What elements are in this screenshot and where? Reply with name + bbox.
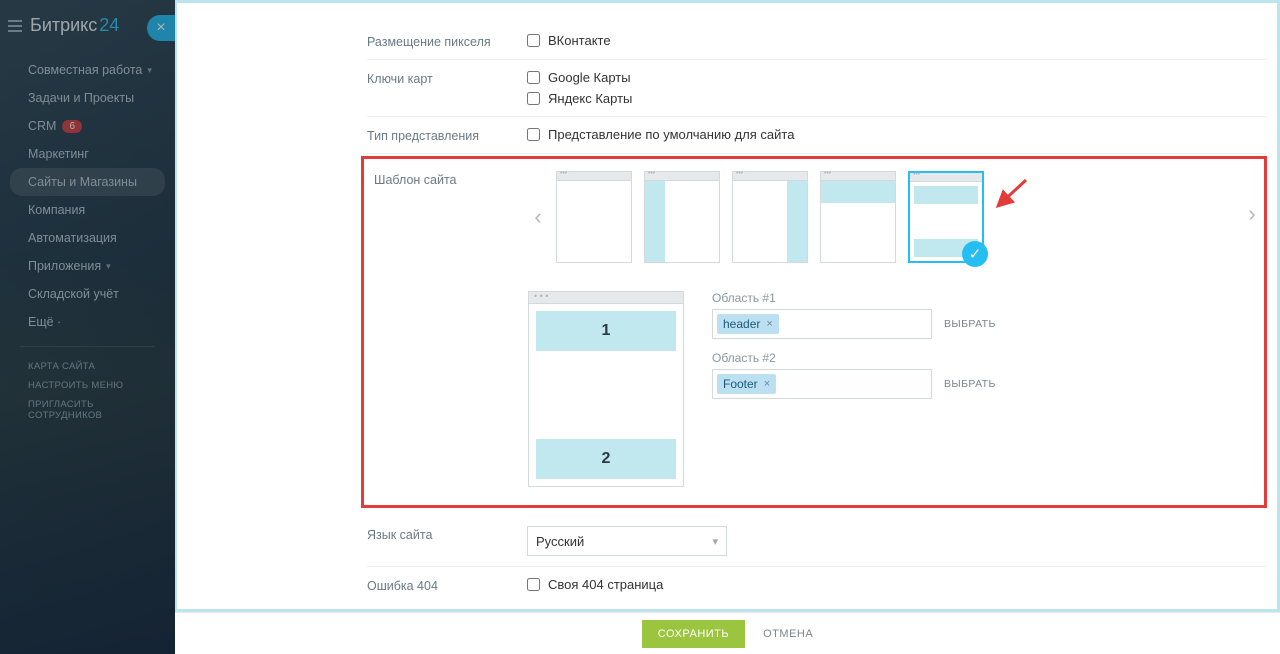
preview-area-2: 2 [536, 439, 676, 479]
checkbox-own-404-input[interactable] [527, 578, 540, 591]
chevron-down-icon: ▾ [147, 65, 152, 76]
preview-area-1: 1 [536, 311, 676, 351]
tag-footer: Footer× [717, 374, 776, 394]
checkbox-own-404[interactable]: Своя 404 страница [527, 577, 1267, 592]
language-select[interactable]: Русский ▾ [527, 526, 727, 556]
template-preview: 1 2 [528, 291, 684, 487]
row-maps: Ключи карт Google Карты Яндекс Карты [367, 60, 1267, 117]
area-1-label: Область #1 [712, 291, 1260, 305]
menu-more[interactable]: Ещё · [0, 308, 175, 336]
menu-apps[interactable]: Приложения▾ [0, 252, 175, 280]
label-maps: Ключи карт [367, 70, 527, 86]
area-2-input[interactable]: Footer× [712, 369, 932, 399]
annotation-arrow-icon [990, 176, 1030, 216]
area-1-block: Область #1 header× ВЫБРАТЬ [712, 291, 1260, 339]
checkbox-google[interactable]: Google Карты [527, 70, 1267, 85]
row-view: Тип представления Представление по умолч… [367, 117, 1267, 154]
close-sidebar-button[interactable]: × [147, 15, 175, 41]
chevron-down-icon: ▾ [712, 535, 718, 548]
label-language: Язык сайта [367, 526, 527, 542]
row-pixel: Размещение пикселя ВКонтакте [367, 23, 1267, 60]
label-pixel: Размещение пикселя [367, 33, 527, 49]
check-icon: ✓ [962, 241, 988, 267]
area-1-input[interactable]: header× [712, 309, 932, 339]
template-thumb-header[interactable] [820, 171, 896, 263]
row-404: Ошибка 404 Своя 404 страница [367, 567, 1267, 603]
checkbox-yandex-input[interactable] [527, 92, 540, 105]
area-2-label: Область #2 [712, 351, 1260, 365]
area-2-pick-button[interactable]: ВЫБРАТЬ [944, 378, 996, 390]
template-thumb-left-sidebar[interactable] [644, 171, 720, 263]
checkbox-yandex[interactable]: Яндекс Карты [527, 91, 1267, 106]
checkbox-default-view[interactable]: Представление по умолчанию для сайта [527, 127, 1267, 142]
menu-tasks[interactable]: Задачи и Проекты [0, 84, 175, 112]
menu-separator [20, 346, 155, 347]
checkbox-default-view-input[interactable] [527, 128, 540, 141]
menu-collab[interactable]: Совместная работа▾ [0, 56, 175, 84]
chevron-down-icon: ▾ [106, 261, 111, 272]
label-view: Тип представления [367, 127, 527, 143]
menu-configure[interactable]: НАСТРОИТЬ МЕНЮ [0, 376, 175, 395]
checkbox-google-input[interactable] [527, 71, 540, 84]
menu-marketing[interactable]: Маркетинг [0, 140, 175, 168]
template-thumb-blank[interactable] [556, 171, 632, 263]
menu-inventory[interactable]: Складской учёт [0, 280, 175, 308]
crm-badge: 6 [62, 120, 82, 133]
sidebar: Битрикс 24 × Совместная работа▾ Задачи и… [0, 0, 175, 654]
logo-text-1: Битрикс [30, 15, 97, 36]
menu-invite[interactable]: ПРИГЛАСИТЬ СОТРУДНИКОВ [0, 395, 175, 425]
logo-text-2: 24 [99, 15, 119, 36]
template-carousel: ‹ ✓ › [528, 171, 1260, 263]
template-highlight-box: Шаблон сайта ‹ ✓ › [361, 156, 1267, 508]
menu-sitemap[interactable]: КАРТА САЙТА [0, 357, 175, 376]
tag-remove-icon[interactable]: × [766, 318, 772, 330]
menu-crm[interactable]: CRM6 [0, 112, 175, 140]
template-thumb-header-footer[interactable]: ✓ [908, 171, 984, 263]
tag-remove-icon[interactable]: × [764, 378, 770, 390]
tag-header: header× [717, 314, 779, 334]
menu-sites[interactable]: Сайты и Магазины [10, 168, 165, 196]
menu-automation[interactable]: Автоматизация [0, 224, 175, 252]
language-value: Русский [536, 534, 584, 549]
area-1-pick-button[interactable]: ВЫБРАТЬ [944, 318, 996, 330]
checkbox-vk[interactable]: ВКонтакте [527, 33, 1267, 48]
footer-bar: СОХРАНИТЬ ОТМЕНА [175, 612, 1280, 654]
cancel-button[interactable]: ОТМЕНА [763, 628, 813, 640]
settings-panel: Размещение пикселя ВКонтакте Ключи карт … [175, 0, 1280, 612]
area-2-block: Область #2 Footer× ВЫБРАТЬ [712, 351, 1260, 399]
main-menu: Совместная работа▾ Задачи и Проекты CRM6… [0, 51, 175, 430]
menu-company[interactable]: Компания [0, 196, 175, 224]
carousel-next[interactable]: › [1242, 201, 1262, 227]
carousel-prev[interactable]: ‹ [528, 204, 548, 230]
label-404: Ошибка 404 [367, 577, 527, 593]
row-language: Язык сайта Русский ▾ [367, 516, 1267, 567]
save-button[interactable]: СОХРАНИТЬ [642, 620, 745, 648]
checkbox-vk-input[interactable] [527, 34, 540, 47]
template-thumb-right-sidebar[interactable] [732, 171, 808, 263]
label-template: Шаблон сайта [368, 171, 528, 187]
